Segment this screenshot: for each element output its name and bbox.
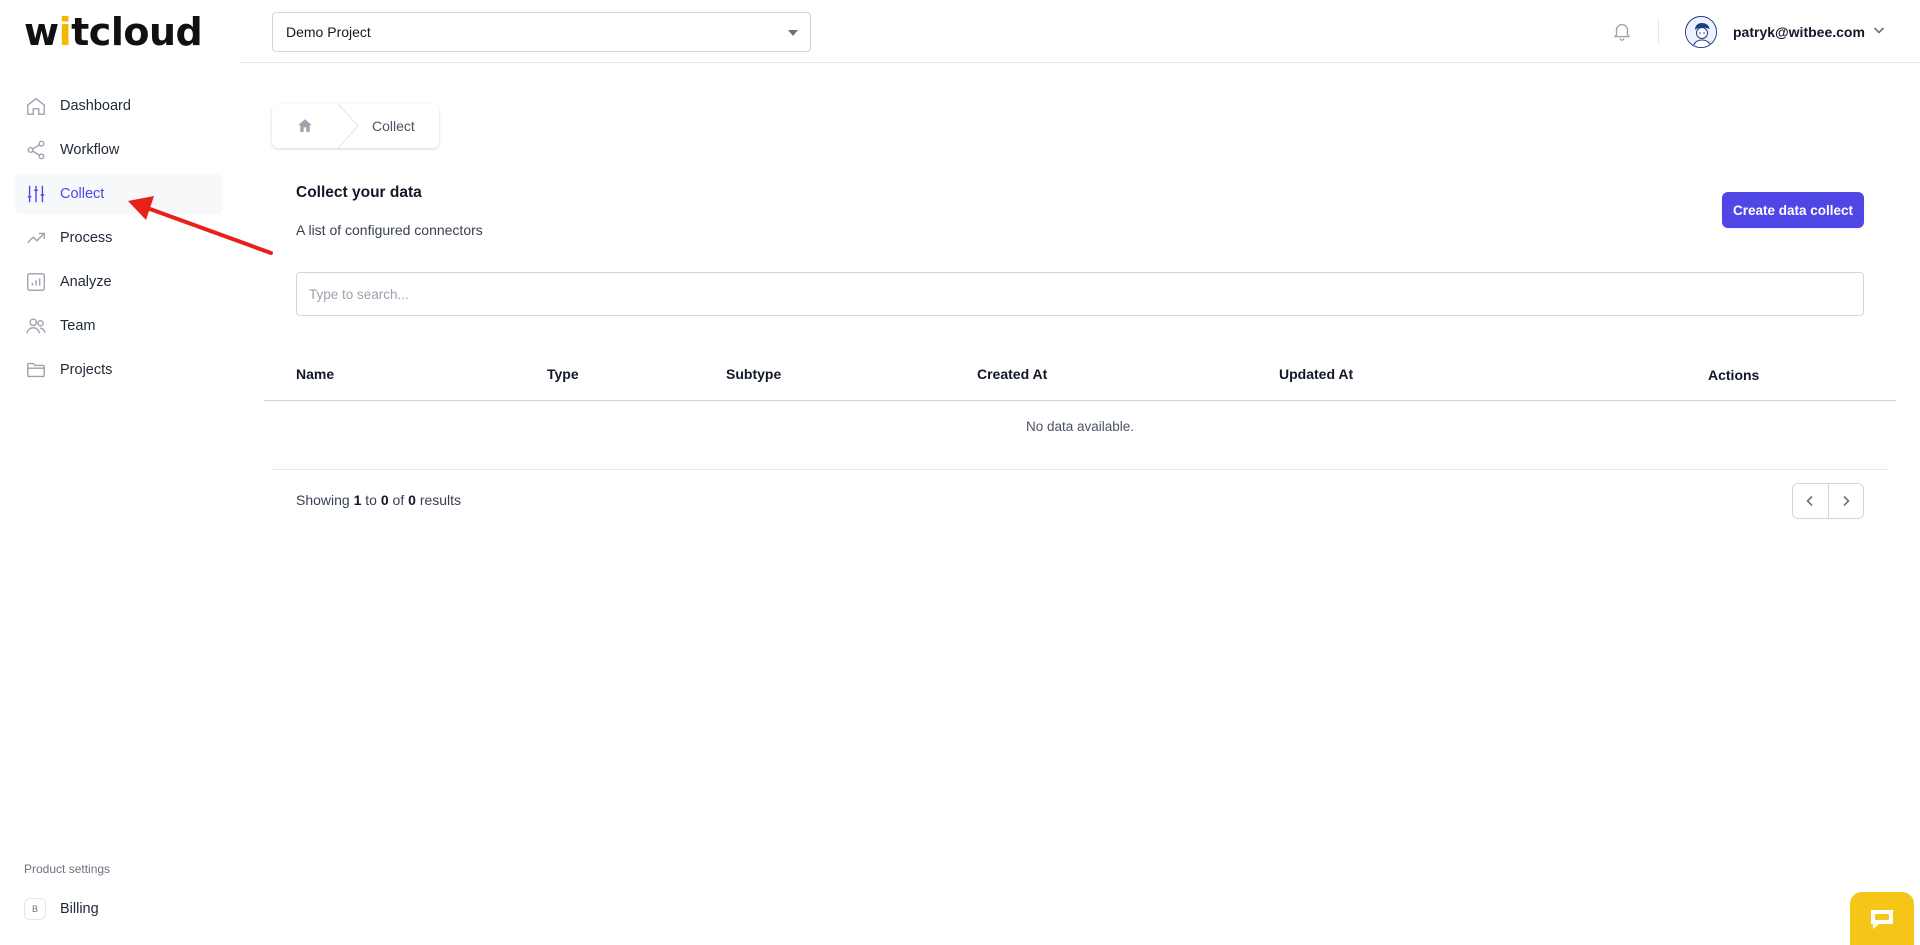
table-footer-divider <box>272 469 1888 470</box>
sidebar-item-billing[interactable]: B Billing <box>24 898 99 920</box>
logo-text-end: tcloud <box>71 10 203 54</box>
sidebar-item-label: Team <box>60 318 96 334</box>
pagination-total: 0 <box>408 492 416 508</box>
chevron-down-icon[interactable] <box>1871 22 1887 38</box>
sidebar-item-collect[interactable]: Collect <box>15 174 223 214</box>
sidebar-item-label: Dashboard <box>60 98 131 114</box>
bell-icon[interactable] <box>1611 20 1633 42</box>
trending-up-icon <box>25 227 47 249</box>
breadcrumb-home[interactable] <box>272 104 338 148</box>
caret-down-icon <box>788 30 798 36</box>
avatar-illustration-icon <box>1686 17 1716 47</box>
table-empty-state: No data available. <box>1025 419 1135 434</box>
sidebar: witcloud Dashboard Workflow Collect Proc… <box>0 0 240 945</box>
top-bar: Demo Project patryk@witbee.com <box>240 0 1920 63</box>
home-icon <box>25 95 47 117</box>
pagination-to-word: to <box>365 492 377 508</box>
create-data-collect-button[interactable]: Create data collect <box>1722 192 1864 228</box>
user-email[interactable]: patryk@witbee.com <box>1733 24 1865 40</box>
sidebar-item-workflow[interactable]: Workflow <box>15 130 223 170</box>
project-select[interactable]: Demo Project <box>272 12 811 52</box>
home-icon <box>298 119 312 132</box>
previous-page-button[interactable] <box>1793 484 1828 518</box>
sidebar-item-label: Process <box>60 230 113 246</box>
chevron-left-icon <box>1806 495 1814 507</box>
logo-text-start: w <box>24 10 59 54</box>
sidebar-item-process[interactable]: Process <box>15 218 223 258</box>
pagination-controls <box>1792 483 1864 519</box>
topbar-divider <box>1658 18 1659 44</box>
sidebar-item-team[interactable]: Team <box>15 306 223 346</box>
column-header-type: Type <box>547 366 579 382</box>
page-title: Collect your data <box>296 184 422 201</box>
bar-chart-icon <box>25 271 47 293</box>
search-input[interactable] <box>296 272 1864 316</box>
sidebar-item-label: Workflow <box>60 142 120 158</box>
sidebar-nav: Dashboard Workflow Collect Process Analy… <box>15 86 223 394</box>
sidebar-item-label: Analyze <box>60 274 112 290</box>
next-page-button[interactable] <box>1827 484 1863 518</box>
sidebar-item-projects[interactable]: Projects <box>15 350 223 390</box>
column-header-actions: Actions <box>1708 367 1760 383</box>
chat-widget-button[interactable] <box>1850 892 1914 945</box>
product-settings-heading: Product settings <box>24 862 111 876</box>
logo-text-accent: i <box>58 10 72 54</box>
column-header-subtype: Subtype <box>726 366 782 382</box>
users-icon <box>25 315 47 337</box>
breadcrumb-current[interactable]: Collect <box>362 118 415 134</box>
sidebar-item-dashboard[interactable]: Dashboard <box>15 86 223 126</box>
project-select-value: Demo Project <box>286 24 371 40</box>
pagination-suffix: results <box>419 492 462 508</box>
folder-icon <box>25 359 47 381</box>
pagination-summary: Showing 1 to 0 of 0 results <box>296 492 461 508</box>
chevron-right-icon <box>1843 495 1850 507</box>
sliders-icon <box>25 183 47 205</box>
page-subtitle: A list of configured connectors <box>296 222 483 238</box>
column-header-name: Name <box>296 366 335 382</box>
share-icon <box>25 139 47 161</box>
billing-badge: B <box>24 898 46 920</box>
table-header-divider <box>264 400 1896 401</box>
pagination-from: 1 <box>353 492 362 508</box>
sidebar-item-label: Collect <box>60 186 105 202</box>
breadcrumb: Collect <box>272 103 439 149</box>
pagination-of-word: of <box>392 492 405 508</box>
user-avatar[interactable] <box>1685 16 1717 48</box>
witcloud-logo[interactable]: witcloud <box>24 10 203 54</box>
sidebar-item-label: Projects <box>60 362 113 378</box>
pagination-to: 0 <box>380 492 389 508</box>
column-header-created-at: Created At <box>977 366 1048 382</box>
sidebar-item-analyze[interactable]: Analyze <box>15 262 223 302</box>
chat-icon <box>1871 909 1893 929</box>
pagination-prefix: Showing <box>296 492 350 508</box>
breadcrumb-separator <box>337 103 362 149</box>
sidebar-item-label: Billing <box>60 901 99 917</box>
column-header-updated-at: Updated At <box>1279 366 1354 382</box>
